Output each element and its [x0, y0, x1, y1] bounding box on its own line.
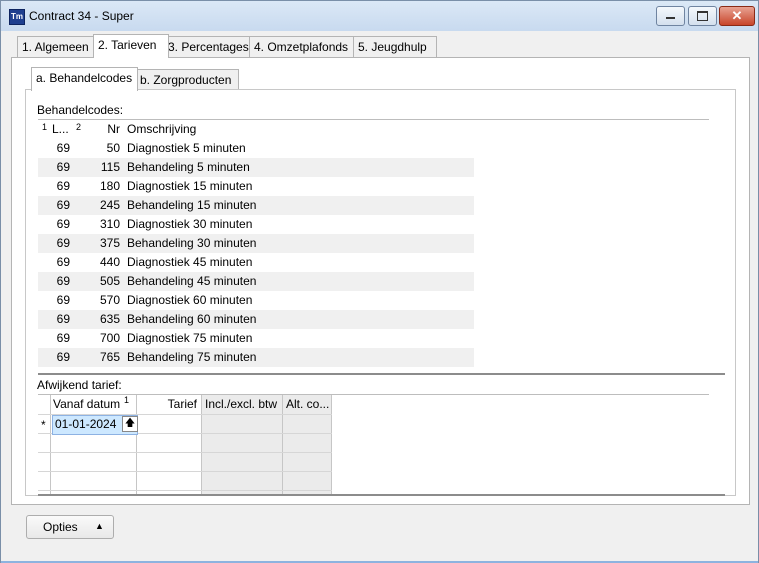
row-divider [38, 490, 332, 491]
sort-2-icon: 2 [76, 122, 82, 132]
cell-nr: 765 [99, 350, 120, 364]
table-row[interactable]: 69 310 Diagnostiek 30 minuten [38, 215, 474, 234]
column-header-incl-excl-btw[interactable]: Incl./excl. btw [205, 397, 277, 411]
table-row[interactable]: 69 570 Diagnostiek 60 minuten [38, 291, 474, 310]
table-row[interactable]: 69 765 Behandeling 75 minuten [38, 348, 474, 367]
cell-omschrijving: Behandeling 5 minuten [127, 160, 250, 174]
table-row[interactable]: 69 375 Behandeling 30 minuten [38, 234, 474, 253]
cell-l: 69 [56, 198, 70, 212]
table-row[interactable]: 69 635 Behandeling 60 minuten [38, 310, 474, 329]
contract-window: Tm Contract 34 - Super ✕ 1. Algemeen 2. … [0, 0, 759, 563]
app-icon: Tm [9, 9, 25, 25]
cell-l: 69 [56, 331, 70, 345]
cell-nr: 570 [99, 293, 120, 307]
tab-percentages[interactable]: 3. Percentages [163, 36, 253, 57]
minimize-button[interactable] [656, 6, 685, 26]
new-row-marker: * [41, 418, 46, 432]
cell-nr: 505 [99, 274, 120, 288]
cell-l: 69 [56, 141, 70, 155]
cell-nr: 245 [99, 198, 120, 212]
cell-omschrijving: Behandeling 45 minuten [127, 274, 257, 288]
cell-nr: 700 [99, 331, 120, 345]
behandelcodes-grid[interactable]: 1 L... 2 Nr Omschrijving 69 50 Diagnostiek… [38, 119, 709, 374]
window-title: Contract 34 - Super [29, 9, 134, 23]
title-bar: Tm Contract 34 - Super ✕ [1, 1, 758, 31]
table-row[interactable]: 69 50 Diagnostiek 5 minuten [38, 139, 474, 158]
tab-tarieven[interactable]: 2. Tarieven [93, 34, 169, 58]
cell-nr: 50 [106, 141, 120, 155]
cell-l: 69 [56, 255, 70, 269]
grid-header: 1 L... 2 Nr Omschrijving [38, 120, 474, 139]
table-row[interactable]: 69 440 Diagnostiek 45 minuten [38, 253, 474, 272]
cell-omschrijving: Behandeling 60 minuten [127, 312, 257, 326]
column-header-l[interactable]: L... [52, 120, 69, 139]
column-header-vanaf-datum[interactable]: Vanaf datum [53, 397, 120, 411]
column-header-alt-co[interactable]: Alt. co... [286, 397, 329, 411]
column-header-nr[interactable]: Nr [92, 120, 120, 139]
cell-l: 69 [56, 293, 70, 307]
cell-omschrijving: Diagnostiek 5 minuten [127, 141, 246, 155]
minimize-icon [666, 17, 675, 19]
tab-omzetplafonds[interactable]: 4. Omzetplafonds [249, 36, 355, 57]
cell-omschrijving: Diagnostiek 75 minuten [127, 331, 253, 345]
cell-nr: 635 [99, 312, 120, 326]
table-row[interactable]: 69 180 Diagnostiek 15 minuten [38, 177, 474, 196]
close-button[interactable]: ✕ [719, 6, 755, 26]
cell-omschrijving: Diagnostiek 15 minuten [127, 179, 253, 193]
tab-jeugdhulp[interactable]: 5. Jeugdhulp [353, 36, 437, 57]
column-header-omschrijving[interactable]: Omschrijving [127, 120, 196, 139]
close-icon: ✕ [731, 8, 743, 23]
cell-omschrijving: Behandeling 75 minuten [127, 350, 257, 364]
cell-omschrijving: Diagnostiek 60 minuten [127, 293, 253, 307]
opties-button[interactable]: Opties ▲ [26, 515, 114, 539]
table-row[interactable]: 69 505 Behandeling 45 minuten [38, 272, 474, 291]
table-row[interactable]: 69 700 Diagnostiek 75 minuten [38, 329, 474, 348]
cell-omschrijving: Diagnostiek 45 minuten [127, 255, 253, 269]
splitter[interactable] [38, 373, 725, 375]
afwijkend-tarief-grid[interactable]: Vanaf datum 1 Tarief Incl./excl. btw Alt… [38, 394, 709, 495]
triangle-up-icon: ▲ [95, 521, 104, 531]
cell-omschrijving: Diagnostiek 30 minuten [127, 217, 253, 231]
cell-nr: 115 [100, 160, 120, 174]
cell-l: 69 [56, 179, 70, 193]
behandelcodes-label: Behandelcodes: [37, 103, 124, 117]
subtab-behandelcodes[interactable]: a. Behandelcodes [31, 67, 138, 91]
vanaf-datum-value: 01-01-2024 [55, 417, 117, 431]
column-header-tarief[interactable]: Tarief [137, 397, 197, 411]
row-divider [38, 471, 332, 472]
tab-algemeen[interactable]: 1. Algemeen [17, 36, 95, 57]
table-row[interactable]: 69 115 Behandeling 5 minuten [38, 158, 474, 177]
cell-l: 69 [56, 312, 70, 326]
opties-label: Opties [43, 520, 78, 534]
cell-l: 69 [56, 274, 70, 288]
sort-1-icon: 1 [124, 395, 130, 405]
cell-l: 69 [56, 217, 70, 231]
cell-l: 69 [56, 160, 70, 174]
cell-l: 69 [56, 350, 70, 364]
cell-omschrijving: Behandeling 15 minuten [127, 198, 257, 212]
cell-nr: 440 [99, 255, 120, 269]
maximize-button[interactable] [688, 6, 717, 26]
up-arrow-icon[interactable]: 🡅 [122, 416, 138, 432]
row-divider [38, 452, 332, 453]
subtab-zorgproducten[interactable]: b. Zorgproducten [135, 69, 239, 90]
cell-l: 69 [56, 236, 70, 250]
table-row[interactable]: 69 245 Behandeling 15 minuten [38, 196, 474, 215]
cell-nr: 180 [99, 179, 120, 193]
grid-bottom-border [38, 494, 725, 496]
afwijkend-tarief-label: Afwijkend tarief: [37, 378, 122, 392]
sort-1-icon: 1 [42, 122, 48, 132]
maximize-icon [697, 11, 708, 21]
cell-nr: 310 [99, 217, 120, 231]
cell-nr: 375 [99, 236, 120, 250]
cell-omschrijving: Behandeling 30 minuten [127, 236, 257, 250]
